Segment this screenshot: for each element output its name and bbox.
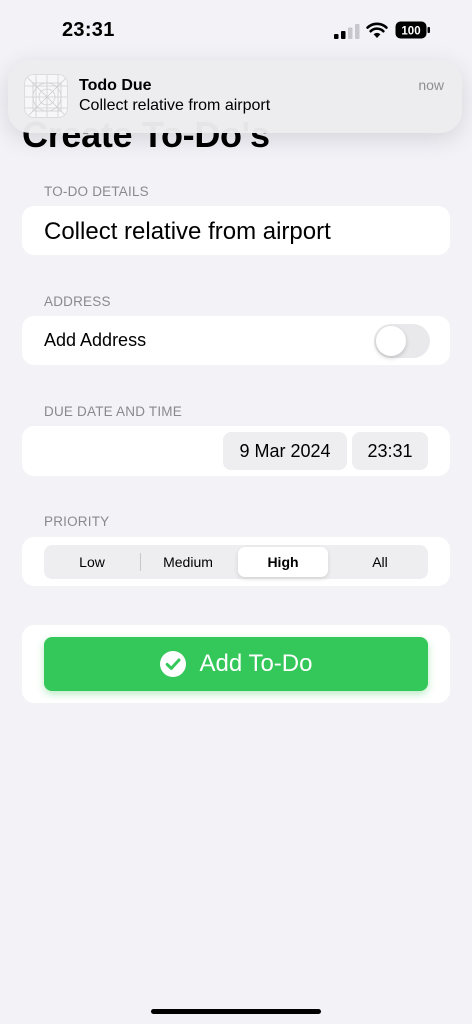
notification-app-name: Todo Due xyxy=(79,77,152,94)
todo-details-card: Collect relative from airport xyxy=(22,206,450,255)
time-picker-button[interactable]: 23:31 xyxy=(352,432,428,470)
status-bar: 23:31 100 xyxy=(0,0,472,60)
toggle-knob xyxy=(376,326,406,356)
priority-segmented-control: Low Medium High All xyxy=(44,545,428,579)
notification-message: Collect relative from airport xyxy=(79,97,271,114)
app-icon xyxy=(24,74,68,118)
status-time: 23:31 xyxy=(62,19,115,41)
date-picker-button[interactable]: 9 Mar 2024 xyxy=(223,432,347,470)
priority-option-low[interactable]: Low xyxy=(44,545,140,579)
section-header-address: ADDRESS xyxy=(44,294,111,309)
section-header-details: TO-DO DETAILS xyxy=(44,184,149,199)
priority-option-all[interactable]: All xyxy=(332,545,428,579)
add-address-toggle[interactable] xyxy=(374,324,430,358)
priority-option-medium[interactable]: Medium xyxy=(140,545,236,579)
section-header-priority: PRIORITY xyxy=(44,514,110,529)
notification-time: now xyxy=(418,77,444,93)
priority-option-high[interactable]: High xyxy=(238,547,328,577)
address-card: Add Address xyxy=(22,316,450,365)
signal-icon xyxy=(334,24,360,39)
screen: 23:31 100 Create To-Do's Todo Due Collec… xyxy=(0,0,472,1024)
todo-text-field[interactable]: Collect relative from airport xyxy=(44,218,331,246)
add-address-label: Add Address xyxy=(44,330,147,350)
battery-level: 100 xyxy=(401,26,420,38)
add-todo-button[interactable]: Add To-Do xyxy=(44,637,428,691)
battery-icon: 100 xyxy=(395,21,430,39)
wifi-icon xyxy=(366,22,388,38)
notification-banner[interactable]: Todo Due Collect relative from airport n… xyxy=(8,60,462,133)
checkmark-circle-icon xyxy=(159,651,186,677)
due-date-card: 9 Mar 2024 23:31 xyxy=(22,426,450,476)
section-header-due: DUE DATE AND TIME xyxy=(44,404,182,419)
add-button-card: Add To-Do xyxy=(22,625,450,703)
home-indicator[interactable] xyxy=(151,1009,321,1014)
priority-card: Low Medium High All xyxy=(22,537,450,586)
add-todo-label: Add To-Do xyxy=(199,650,313,677)
